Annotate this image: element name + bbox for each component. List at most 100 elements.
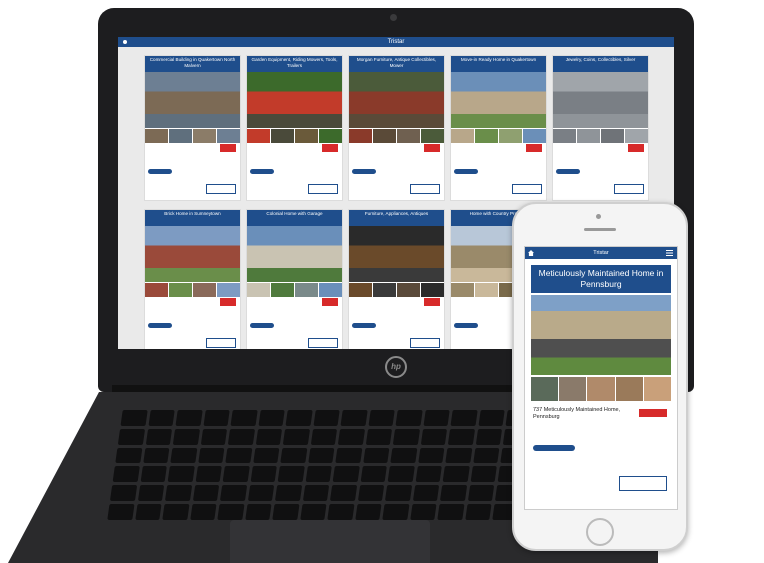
menu-dot-icon[interactable] [123, 40, 127, 44]
keyboard-key[interactable] [275, 485, 302, 502]
keyboard-key[interactable] [134, 504, 162, 520]
keyboard-key[interactable] [467, 485, 495, 502]
keyboard-key[interactable] [170, 447, 198, 464]
keyboard-key[interactable] [410, 504, 437, 520]
keyboard-key[interactable] [412, 485, 440, 502]
keyboard-key[interactable] [440, 485, 468, 502]
listing-card-photo[interactable] [451, 72, 546, 128]
keyboard-key[interactable] [148, 410, 175, 426]
keyboard-key[interactable] [327, 504, 355, 520]
keyboard-key[interactable] [258, 410, 285, 426]
keyboard-key[interactable] [227, 428, 255, 445]
keyboard-key[interactable] [307, 447, 335, 464]
keyboard-key[interactable] [255, 428, 283, 445]
keyboard-key[interactable] [385, 485, 413, 502]
keyboard-key[interactable] [222, 466, 250, 483]
keyboard-key[interactable] [473, 447, 500, 464]
keyboard-key[interactable] [368, 410, 396, 426]
listing-photo[interactable] [531, 295, 671, 375]
keyboard-key[interactable] [418, 447, 445, 464]
keyboard-key[interactable] [445, 447, 473, 464]
keyboard-key[interactable] [162, 504, 190, 520]
keyboard-key[interactable] [420, 428, 448, 445]
keyboard-key[interactable] [363, 447, 390, 464]
keyboard-key[interactable] [365, 428, 393, 445]
view-auction-button[interactable] [410, 184, 440, 194]
keyboard-key[interactable] [140, 466, 167, 483]
keyboard-key[interactable] [415, 466, 443, 483]
listing-card[interactable]: Garden Equipment, Riding Mowers, Tools, … [246, 55, 343, 201]
keyboard-key[interactable] [335, 447, 363, 464]
listing-card-pill[interactable] [352, 323, 376, 328]
keyboard-key[interactable] [167, 466, 195, 483]
keyboard-key[interactable] [382, 504, 410, 520]
hamburger-menu-icon[interactable] [666, 250, 673, 256]
keyboard-key[interactable] [189, 504, 217, 520]
keyboard-key[interactable] [299, 504, 327, 520]
keyboard-key[interactable] [107, 504, 135, 520]
listing-card-pill[interactable] [454, 169, 478, 174]
keyboard-key[interactable] [305, 466, 333, 483]
listing-card[interactable]: Commercial Building in Quakertown North … [144, 55, 241, 201]
keyboard-key[interactable] [172, 428, 200, 445]
keyboard-key[interactable] [465, 504, 492, 520]
keyboard-key[interactable] [338, 428, 365, 445]
home-icon[interactable] [528, 250, 534, 256]
listing-card[interactable]: Move-in Ready Home in Quakertown [450, 55, 547, 201]
listing-card-photo[interactable] [247, 226, 342, 282]
listing-card[interactable]: Furniture, Appliances, Antiques [348, 209, 445, 349]
phone-home-button[interactable] [586, 518, 614, 546]
keyboard-key[interactable] [115, 447, 142, 464]
keyboard-key[interactable] [393, 428, 420, 445]
keyboard-key[interactable] [478, 410, 506, 426]
keyboard-key[interactable] [340, 410, 368, 426]
keyboard-key[interactable] [230, 410, 258, 426]
listing-card-pill[interactable] [250, 169, 274, 174]
listing-thumbnail[interactable] [615, 377, 643, 401]
keyboard-key[interactable] [175, 410, 203, 426]
view-auction-button[interactable] [308, 338, 338, 348]
keyboard-key[interactable] [280, 447, 308, 464]
keyboard-key[interactable] [109, 485, 137, 502]
listing-card[interactable]: Morgan Furniture, Antique Collectibles, … [348, 55, 445, 201]
listing-card[interactable]: Colonial Home with Garage [246, 209, 343, 349]
listing-card-pill[interactable] [556, 169, 580, 174]
keyboard-key[interactable] [203, 410, 230, 426]
view-auction-button[interactable] [206, 184, 236, 194]
keyboard-key[interactable] [332, 466, 360, 483]
listing-card-pill[interactable] [148, 323, 172, 328]
keyboard-key[interactable] [442, 466, 470, 483]
view-auction-button[interactable] [512, 184, 542, 194]
keyboard-key[interactable] [277, 466, 305, 483]
keyboard-key[interactable] [220, 485, 247, 502]
keyboard-key[interactable] [137, 485, 165, 502]
listing-thumbnail[interactable] [531, 377, 559, 401]
listing-card-photo[interactable] [349, 72, 444, 128]
view-auction-button[interactable] [410, 338, 440, 348]
keyboard-key[interactable] [355, 504, 382, 520]
keyboard-key[interactable] [283, 428, 310, 445]
keyboard-key[interactable] [310, 428, 338, 445]
keyboard-key[interactable] [195, 466, 222, 483]
keyboard-key[interactable] [112, 466, 140, 483]
listing-card[interactable]: Brick Home in Sumneytown [144, 209, 241, 349]
keyboard-key[interactable] [423, 410, 451, 426]
keyboard-key[interactable] [252, 447, 280, 464]
listing-card-photo[interactable] [145, 72, 240, 128]
view-auction-button[interactable] [206, 338, 236, 348]
keyboard-key[interactable] [470, 466, 498, 483]
keyboard-key[interactable] [448, 428, 476, 445]
listing-card[interactable]: Jewelry, Coins, Collectibles, Silver [552, 55, 649, 201]
keyboard-key[interactable] [250, 466, 277, 483]
listing-thumbnail[interactable] [559, 377, 587, 401]
keyboard-key[interactable] [360, 466, 388, 483]
listing-thumbnail[interactable] [587, 377, 615, 401]
listing-card-photo[interactable] [553, 72, 648, 128]
keyboard-key[interactable] [120, 410, 148, 426]
keyboard-key[interactable] [285, 410, 313, 426]
keyboard-key[interactable] [142, 447, 170, 464]
view-auction-button[interactable] [308, 184, 338, 194]
keyboard-key[interactable] [475, 428, 503, 445]
keyboard-key[interactable] [197, 447, 225, 464]
keyboard-key[interactable] [272, 504, 300, 520]
